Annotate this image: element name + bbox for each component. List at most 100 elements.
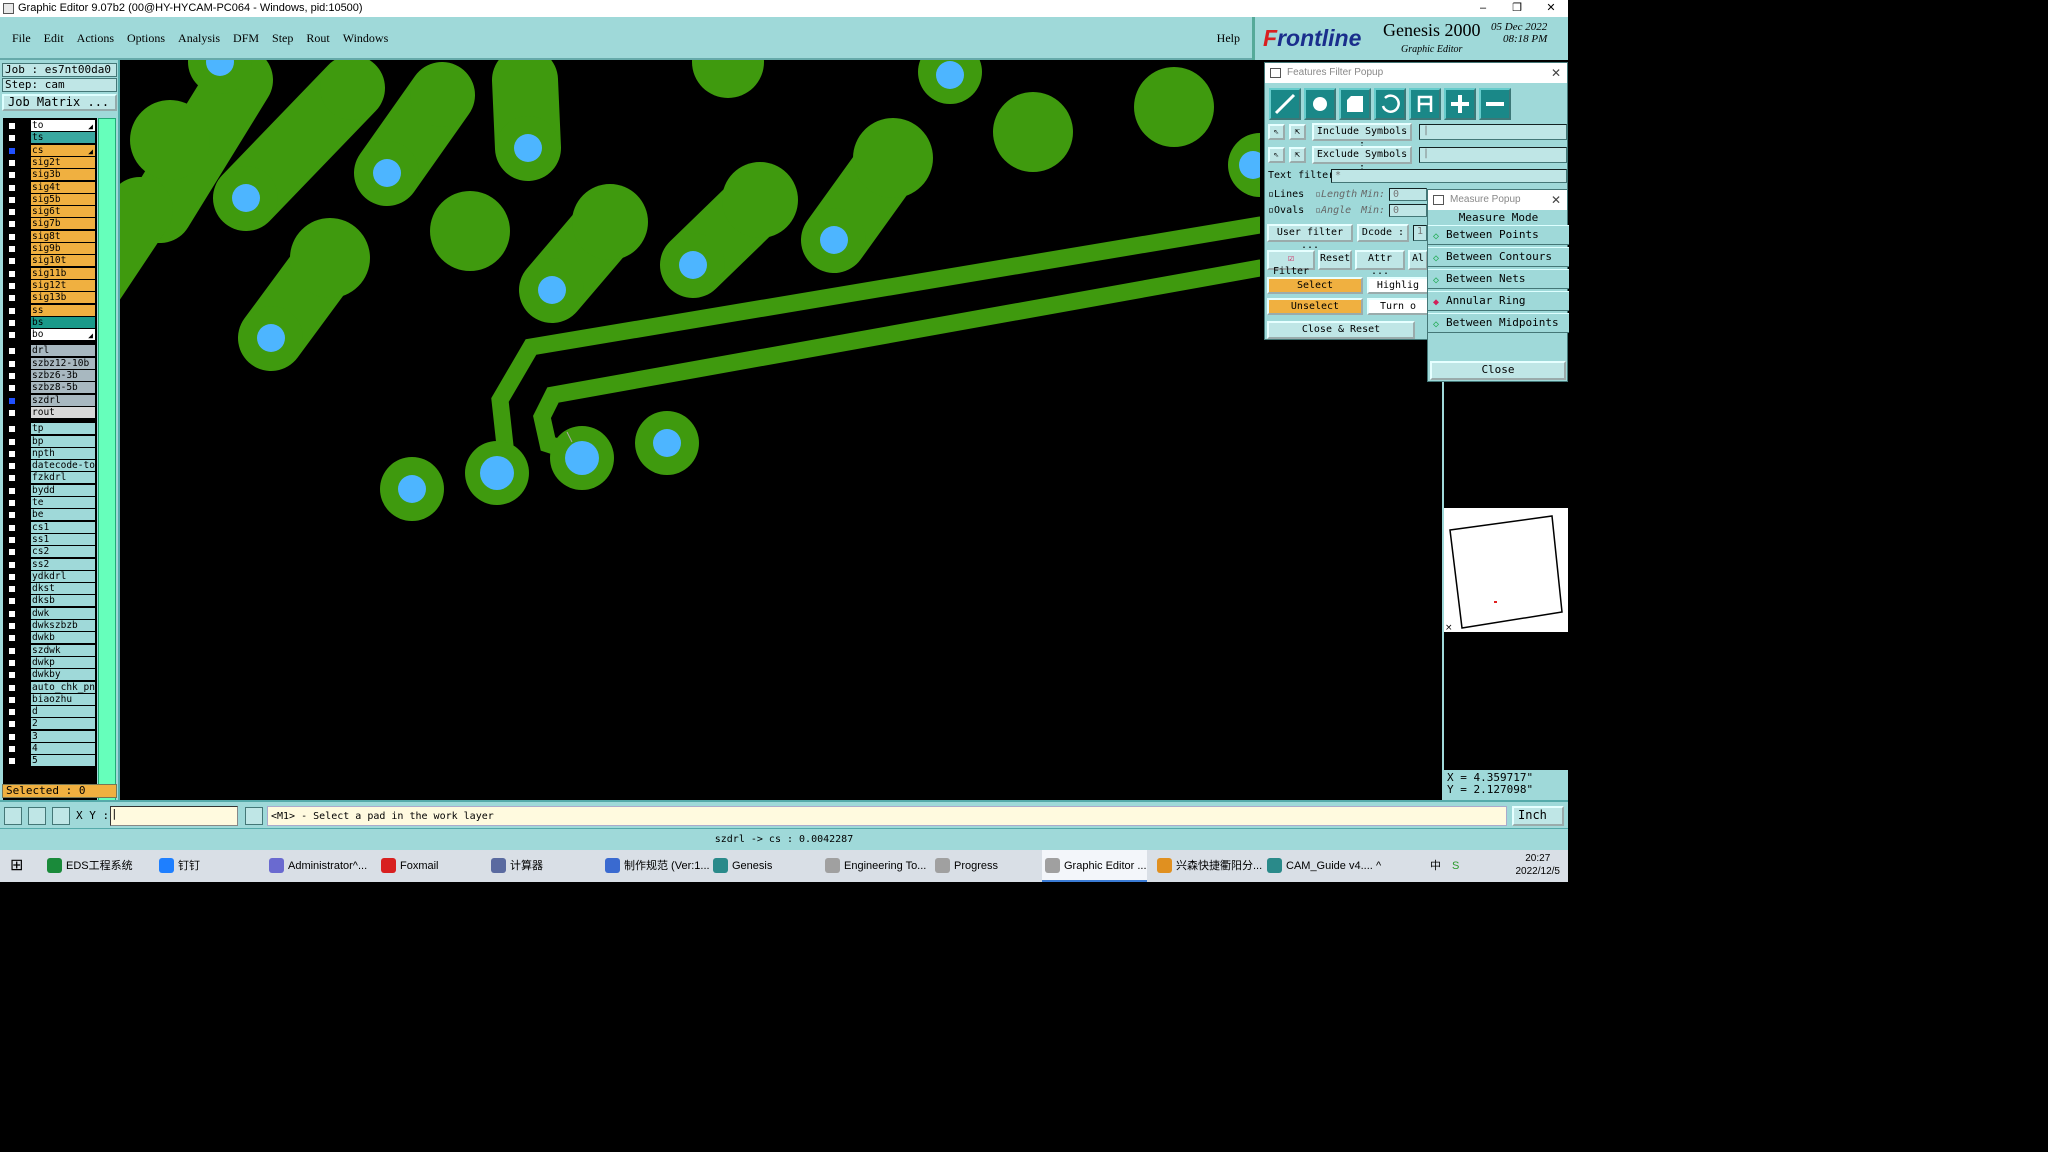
layer-checkbox[interactable]: [8, 535, 16, 544]
snap-icon[interactable]: [4, 807, 22, 825]
taskbar-app[interactable]: Foxmail: [378, 850, 439, 882]
graphic-canvas[interactable]: [120, 60, 1260, 800]
layer-checkbox[interactable]: [8, 671, 16, 680]
exclude-list-icon[interactable]: ⇱: [1289, 147, 1306, 163]
arc-tool-icon[interactable]: [1374, 88, 1406, 120]
layer-name[interactable]: be: [31, 509, 95, 521]
layer-name[interactable]: rout: [31, 406, 95, 418]
taskbar-app[interactable]: Engineering To...: [822, 850, 926, 882]
tray-app-icon[interactable]: S: [1452, 860, 1459, 872]
layer-checkbox[interactable]: [8, 597, 16, 606]
layer-row[interactable]: cs2: [3, 546, 97, 558]
mode-between-midpoints[interactable]: ◇ Between Midpoints: [1428, 313, 1569, 333]
layer-checkbox[interactable]: [8, 609, 16, 618]
layer-row[interactable]: dwkp: [3, 656, 97, 669]
layer-row[interactable]: szbz8-5b: [3, 382, 97, 394]
layer-row[interactable]: dwk: [3, 607, 97, 620]
layer-checkbox[interactable]: [8, 560, 16, 569]
layer-name[interactable]: dwkb: [31, 632, 95, 644]
layer-menu-icon[interactable]: ◢: [88, 146, 93, 156]
layer-name[interactable]: cs2: [31, 546, 95, 558]
taskbar-app[interactable]: 兴森快捷衢阳分...: [1154, 850, 1262, 882]
layer-checkbox[interactable]: [8, 372, 16, 380]
attr-button[interactable]: Attr ...: [1355, 250, 1405, 277]
measure-close-button[interactable]: Close: [1430, 361, 1566, 380]
layer-name[interactable]: szdrl: [31, 394, 95, 406]
menu-step[interactable]: Step: [272, 31, 293, 46]
restore-button[interactable]: ❐: [1500, 0, 1534, 17]
layer-name[interactable]: cs1: [31, 521, 95, 533]
angle-checkbox[interactable]: ▫Angle: [1315, 205, 1351, 217]
layer-checkbox[interactable]: [8, 257, 16, 266]
layer-name[interactable]: szbz6-3b: [31, 370, 95, 381]
layer-checkbox[interactable]: [8, 511, 16, 520]
menu-edit[interactable]: Edit: [44, 31, 64, 46]
taskbar-app[interactable]: Graphic Editor ...: [1042, 850, 1147, 882]
layer-row[interactable]: 2: [3, 718, 97, 730]
layer-name[interactable]: ss1: [31, 533, 95, 545]
layer-name[interactable]: dkst: [31, 583, 95, 595]
menu-help[interactable]: Help: [1217, 31, 1240, 46]
text-filter-field[interactable]: *: [1331, 169, 1567, 183]
layer-row[interactable]: biaozhu: [3, 693, 97, 706]
taskbar-app[interactable]: Administrator^...: [266, 850, 367, 882]
minimize-button[interactable]: –: [1466, 0, 1500, 17]
layer-name[interactable]: bydd: [31, 484, 95, 496]
surface-tool-icon[interactable]: [1339, 88, 1371, 120]
layer-checkbox[interactable]: [8, 408, 16, 417]
reset-button[interactable]: Reset: [1318, 250, 1352, 270]
layer-name[interactable]: drl: [31, 345, 95, 357]
job-matrix-button[interactable]: Job Matrix ...: [2, 94, 117, 111]
mode-between-contours[interactable]: ◇ Between Contours: [1428, 247, 1569, 267]
layer-row[interactable]: sig6t: [3, 206, 97, 218]
layer-name[interactable]: sig3b: [31, 169, 95, 181]
layer-row[interactable]: sig10t: [3, 255, 97, 267]
layer-name[interactable]: dwkp: [31, 656, 95, 668]
taskbar-app[interactable]: Progress: [932, 850, 998, 882]
layer-row[interactable]: bo ◢: [3, 329, 97, 341]
layer-name[interactable]: 4: [31, 743, 95, 754]
layer-checkbox[interactable]: [8, 757, 16, 766]
layer-row[interactable]: bydd: [3, 484, 97, 497]
layer-row[interactable]: cs1: [3, 521, 97, 534]
length-min-field[interactable]: 0: [1389, 188, 1427, 201]
layer-checkbox[interactable]: [8, 622, 16, 630]
layer-checkbox[interactable]: [8, 208, 16, 217]
layer-checkbox[interactable]: [8, 306, 16, 315]
layer-checkbox[interactable]: [8, 220, 16, 229]
layer-checkbox[interactable]: [8, 462, 16, 471]
taskbar-app[interactable]: 计算器: [488, 850, 543, 882]
layer-name[interactable]: sig12t: [31, 279, 95, 291]
layer-name[interactable]: bp: [31, 435, 95, 447]
layer-row[interactable]: te: [3, 497, 97, 509]
layer-row[interactable]: npth: [3, 447, 97, 460]
include-list-icon[interactable]: ⇱: [1289, 124, 1306, 140]
layer-checkbox[interactable]: [8, 232, 16, 241]
layer-row[interactable]: dkst: [3, 583, 97, 595]
user-filter-button[interactable]: User filter ...: [1267, 224, 1353, 251]
layer-row[interactable]: rout: [3, 406, 97, 419]
layer-checkbox[interactable]: [8, 245, 16, 253]
menu-actions[interactable]: Actions: [77, 31, 114, 46]
layer-checkbox[interactable]: [8, 486, 16, 495]
layer-row[interactable]: ts: [3, 132, 97, 144]
layer-row[interactable]: sig13b: [3, 292, 97, 304]
grid-icon[interactable]: [52, 807, 70, 825]
menu-options[interactable]: Options: [127, 31, 165, 46]
menu-rout[interactable]: Rout: [306, 31, 329, 46]
layer-checkbox[interactable]: [8, 732, 16, 741]
mode-between-points[interactable]: ◇ Between Points: [1428, 225, 1569, 245]
layer-name[interactable]: dwk: [31, 607, 95, 619]
layer-row[interactable]: be: [3, 509, 97, 521]
layer-name[interactable]: ss2: [31, 558, 95, 570]
select-button[interactable]: Select: [1267, 277, 1363, 294]
layer-name[interactable]: bo ◢: [31, 329, 95, 341]
include-symbols-button[interactable]: Include Symbols :: [1312, 123, 1412, 150]
layer-name[interactable]: to ◢: [31, 120, 95, 131]
layer-row[interactable]: sig4t: [3, 181, 97, 194]
layer-checkbox[interactable]: [8, 318, 16, 327]
layer-checkbox[interactable]: [8, 449, 16, 458]
layer-checkbox[interactable]: [8, 294, 16, 303]
layer-name[interactable]: dwkby: [31, 669, 95, 681]
line-tool-icon[interactable]: [1269, 88, 1301, 120]
